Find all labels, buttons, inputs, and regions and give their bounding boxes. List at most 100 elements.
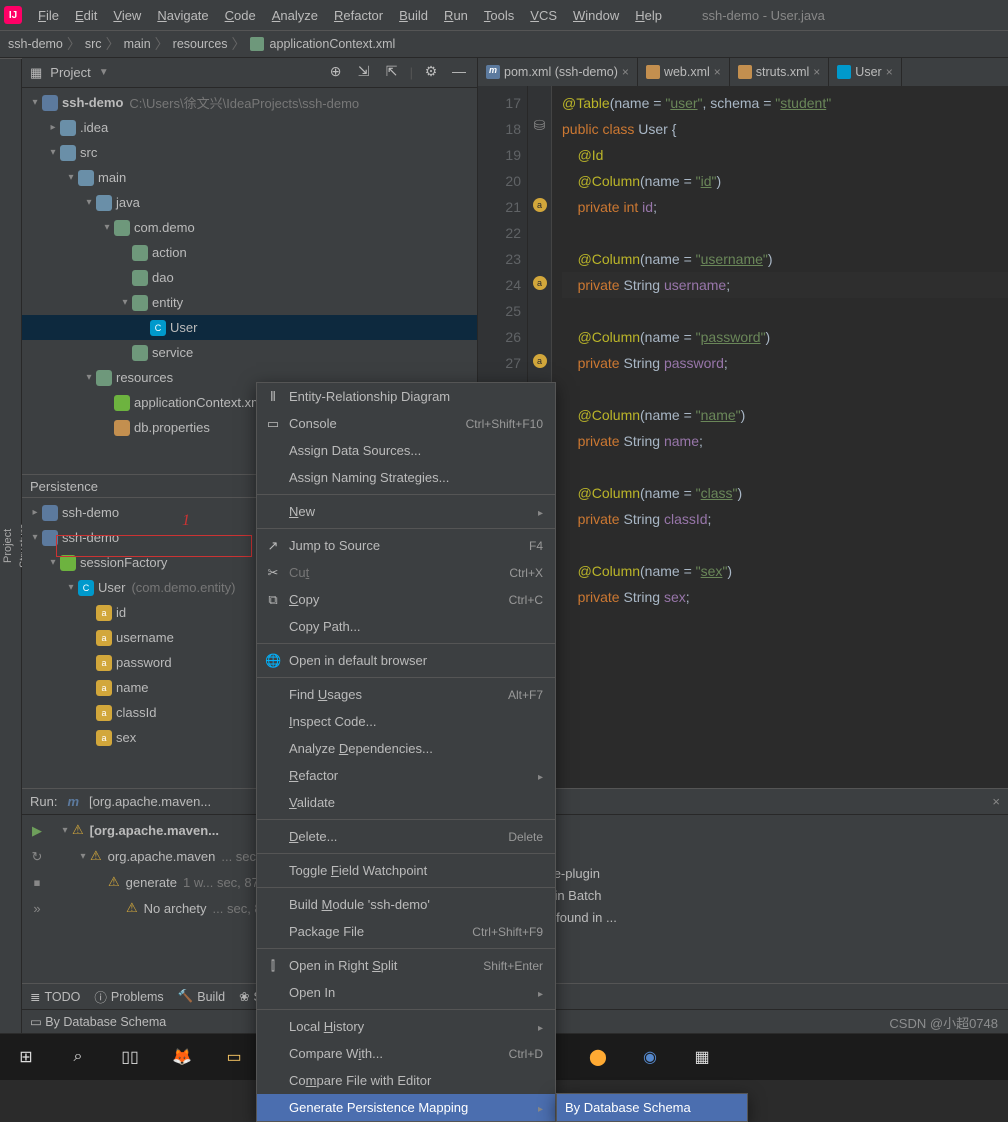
menu-build[interactable]: Build — [391, 4, 436, 27]
breadcrumb-item[interactable]: applicationContext.xml — [270, 37, 396, 51]
menu-analyze[interactable]: Analyze — [264, 4, 326, 27]
breadcrumb-item[interactable]: main — [124, 37, 151, 51]
bottom-tool-build[interactable]: 🔨Build — [178, 989, 225, 1004]
tree-item[interactable]: CUser — [22, 315, 477, 340]
module-icon — [42, 505, 58, 521]
tree-item[interactable]: java — [22, 190, 477, 215]
ctx-item[interactable]: 🌐Open in default browser — [257, 647, 555, 674]
submenu-item-by-database-schema[interactable]: By Database Schema — [557, 1094, 747, 1121]
ctx-item[interactable]: Compare With...Ctrl+D — [257, 1040, 555, 1067]
app-icon[interactable]: ⬤ — [586, 1045, 610, 1069]
ctx-item[interactable]: ↗Jump to SourceF4 — [257, 532, 555, 559]
menu-vcs[interactable]: VCS — [522, 4, 565, 27]
status-text: By Database Schema — [45, 1015, 166, 1029]
bottom-tool-todo[interactable]: ≣TODO — [30, 989, 80, 1004]
firefox-icon[interactable]: 🦊 — [170, 1045, 194, 1069]
ctx-item[interactable]: Validate — [257, 789, 555, 816]
search-icon[interactable]: ⌕ — [66, 1045, 90, 1069]
close-tab-icon[interactable]: × — [886, 65, 893, 79]
annotation-number-1: 1 — [182, 512, 190, 530]
project-view-dropdown-icon[interactable]: ▼ — [99, 67, 109, 78]
run-tab-close-icon[interactable]: × — [992, 794, 1000, 809]
ctx-item[interactable]: Assign Data Sources... — [257, 437, 555, 464]
hide-icon[interactable]: — — [449, 63, 469, 83]
start-icon[interactable]: ⊞ — [14, 1045, 38, 1069]
ctx-item[interactable]: Open In — [257, 979, 555, 1006]
ctx-item[interactable]: Delete...Delete — [257, 823, 555, 850]
expand-all-icon[interactable]: ⇲ — [354, 63, 374, 83]
left-tool-stripe[interactable]: ProjectStructureFavoritesPersistence — [0, 58, 22, 1033]
collapse-all-icon[interactable]: ⇱ — [382, 63, 402, 83]
context-menu[interactable]: ⫴Entity-Relationship Diagram▭ConsoleCtrl… — [256, 382, 556, 1122]
breadcrumb: ssh-demo〉src〉main〉resources〉applicationC… — [0, 30, 1008, 58]
code-content[interactable]: @Table(name = "user", schema = "student"… — [552, 86, 1008, 788]
tree-item[interactable]: src — [22, 140, 477, 165]
menu-window[interactable]: Window — [565, 4, 627, 27]
editor-tabs[interactable]: mpom.xml (ssh-demo)×web.xml×struts.xml×U… — [478, 58, 1008, 86]
tree-item[interactable]: dao — [22, 265, 477, 290]
ctx-item[interactable]: ▭ConsoleCtrl+Shift+F10 — [257, 410, 555, 437]
ctx-item[interactable]: ⫴Entity-Relationship Diagram — [257, 383, 555, 410]
tree-item[interactable]: entity — [22, 290, 477, 315]
menu-help[interactable]: Help — [627, 4, 670, 27]
app-icon[interactable]: ▦ — [690, 1045, 714, 1069]
breadcrumb-item[interactable]: ssh-demo — [8, 37, 63, 51]
run-rerun-icon[interactable]: ↻ — [32, 849, 43, 865]
bottom-tool-problems[interactable]: ⓘProblems — [94, 987, 163, 1006]
editor-tab[interactable]: struts.xml× — [730, 58, 830, 86]
run-stop-icon[interactable]: ⏹ — [34, 875, 41, 891]
attr-icon: a — [96, 630, 112, 646]
gear-icon[interactable]: ⚙ — [421, 63, 441, 83]
close-tab-icon[interactable]: × — [622, 65, 629, 79]
menu-run[interactable]: Run — [436, 4, 476, 27]
run-toolbar[interactable]: ▶ ↻ ⏹ » — [22, 815, 52, 983]
breadcrumb-item[interactable]: resources — [173, 37, 228, 51]
ctx-item[interactable]: Package FileCtrl+Shift+F9 — [257, 918, 555, 945]
locate-icon[interactable]: ⊕ — [326, 63, 346, 83]
menu-view[interactable]: View — [105, 4, 149, 27]
menu-code[interactable]: Code — [217, 4, 264, 27]
app-icon[interactable]: ◉ — [638, 1045, 662, 1069]
tool-stripe-project[interactable]: Project — [0, 58, 16, 1033]
tree-item[interactable]: action — [22, 240, 477, 265]
ctx-icon: ↗ — [265, 538, 281, 554]
editor-tab[interactable]: mpom.xml (ssh-demo)× — [478, 58, 638, 86]
ctx-item[interactable]: ⧉CopyCtrl+C — [257, 586, 555, 613]
menu-edit[interactable]: Edit — [67, 4, 105, 27]
close-tab-icon[interactable]: × — [714, 65, 721, 79]
ctx-item[interactable]: Find UsagesAlt+F7 — [257, 681, 555, 708]
ctx-icon: ✂ — [265, 565, 281, 581]
close-tab-icon[interactable]: × — [813, 65, 820, 79]
tree-item[interactable]: main — [22, 165, 477, 190]
ctx-item[interactable]: Analyze Dependencies... — [257, 735, 555, 762]
ctx-item[interactable]: Copy Path... — [257, 613, 555, 640]
ctx-item[interactable]: Generate Persistence Mapping — [257, 1094, 555, 1121]
ctx-item[interactable]: Build Module 'ssh-demo' — [257, 891, 555, 918]
ctx-item[interactable]: Toggle Field Watchpoint — [257, 857, 555, 884]
menu-refactor[interactable]: Refactor — [326, 4, 391, 27]
tree-item[interactable]: com.demo — [22, 215, 477, 240]
ctx-item[interactable]: Compare File with Editor — [257, 1067, 555, 1094]
breadcrumb-item[interactable]: src — [85, 37, 102, 51]
context-submenu[interactable]: By Database Schema — [556, 1093, 748, 1122]
ctx-item[interactable]: Local History — [257, 1013, 555, 1040]
run-more-icon[interactable]: » — [33, 901, 40, 916]
ctx-item[interactable]: Inspect Code... — [257, 708, 555, 735]
menu-tools[interactable]: Tools — [476, 4, 522, 27]
run-play-icon[interactable]: ▶ — [32, 823, 42, 839]
tree-item[interactable]: service — [22, 340, 477, 365]
code-editor[interactable]: 1718192021222324252627282930313233343536… — [478, 86, 1008, 788]
tree-root[interactable]: ssh-demoC:\Users\徐文兴\IdeaProjects\ssh-de… — [22, 90, 477, 115]
ctx-icon: 🌐 — [265, 653, 281, 669]
ctx-item[interactable]: ⫿Open in Right SplitShift+Enter — [257, 952, 555, 979]
editor-tab[interactable]: web.xml× — [638, 58, 730, 86]
ctx-item[interactable]: New — [257, 498, 555, 525]
ctx-item[interactable]: Refactor — [257, 762, 555, 789]
task-view-icon[interactable]: ▯▯ — [118, 1045, 142, 1069]
menu-file[interactable]: File — [30, 4, 67, 27]
menu-navigate[interactable]: Navigate — [149, 4, 216, 27]
explorer-icon[interactable]: ▭ — [222, 1045, 246, 1069]
editor-tab[interactable]: User× — [829, 58, 901, 86]
tree-item[interactable]: .idea — [22, 115, 477, 140]
ctx-item[interactable]: Assign Naming Strategies... — [257, 464, 555, 491]
